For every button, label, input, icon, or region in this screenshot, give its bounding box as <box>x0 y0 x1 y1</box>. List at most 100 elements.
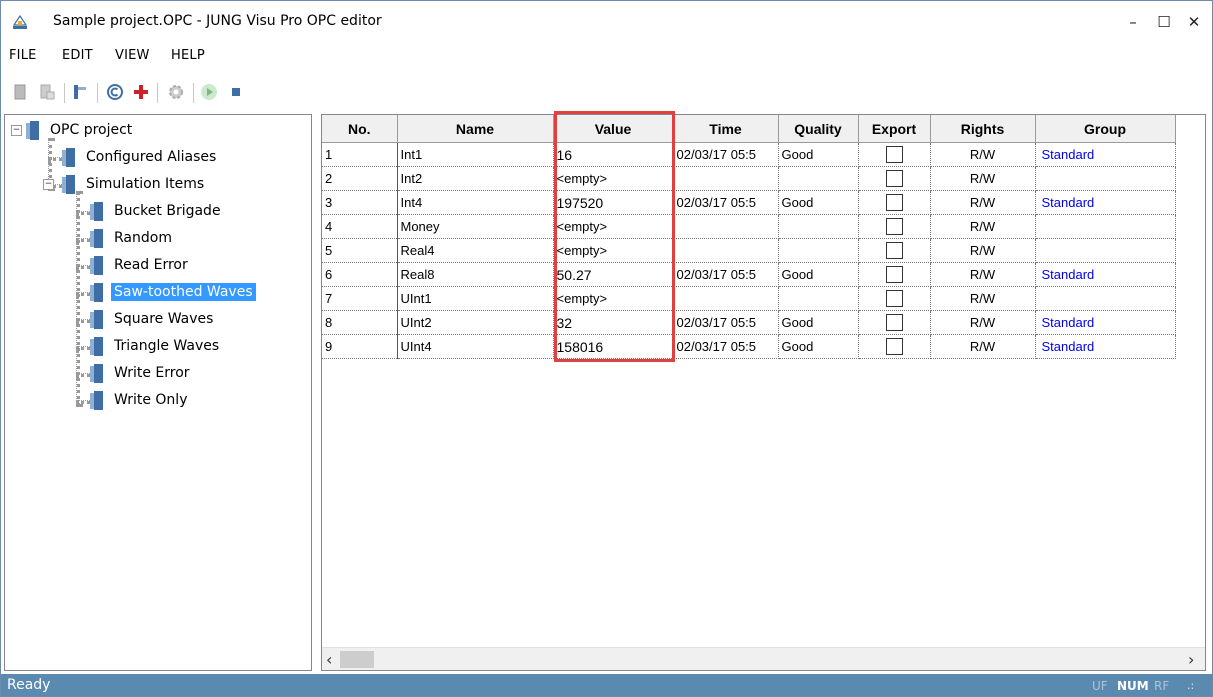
cell-group[interactable] <box>1035 214 1176 239</box>
cell-name[interactable]: Int1 <box>397 142 554 167</box>
tree-item-label: Triangle Waves <box>114 338 220 354</box>
minimize-button[interactable]: – <box>1118 9 1148 35</box>
table-row[interactable]: 7 UInt1 <empty> R/W <box>322 286 1176 311</box>
cell-no: 6 <box>322 262 398 287</box>
cell-no: 1 <box>322 142 398 167</box>
cell-group[interactable]: Standard <box>1035 190 1176 215</box>
cell-name[interactable]: Real8 <box>397 262 554 287</box>
save-icon[interactable] <box>71 83 89 101</box>
cell-no: 8 <box>322 310 398 335</box>
cell-rights: R/W <box>930 334 1036 359</box>
collapse-toggle[interactable]: − <box>43 179 54 190</box>
scroll-left-icon[interactable]: ‹ <box>326 650 332 669</box>
cell-name[interactable]: Real4 <box>397 238 554 263</box>
project-tree: − OPC project Configured Aliases − Simul… <box>4 114 312 671</box>
cell-group[interactable]: Standard <box>1035 334 1176 359</box>
cell-export <box>858 238 931 263</box>
cell-quality: Good <box>778 190 859 215</box>
column-header-time[interactable]: Time <box>673 115 779 143</box>
table-row[interactable]: 9 UInt4 158016 02/03/17 05:5 Good R/W St… <box>322 334 1176 359</box>
cell-group[interactable]: Standard <box>1035 262 1176 287</box>
column-header-group[interactable]: Group <box>1035 115 1176 143</box>
cell-name[interactable]: UInt4 <box>397 334 554 359</box>
cell-group[interactable] <box>1035 166 1176 191</box>
tree-item-square-waves[interactable]: Square Waves <box>90 307 216 331</box>
add-icon[interactable] <box>132 83 150 101</box>
close-button[interactable]: ✕ <box>1179 9 1209 35</box>
item-icon <box>90 336 103 356</box>
cell-time: 02/03/17 05:5 <box>673 190 779 215</box>
table-row[interactable]: 3 Int4 197520 02/03/17 05:5 Good R/W Sta… <box>322 190 1176 215</box>
cell-name[interactable]: UInt1 <box>397 286 554 311</box>
stop-icon[interactable] <box>227 83 245 101</box>
settings-icon[interactable] <box>167 83 185 101</box>
cell-quality <box>778 214 859 239</box>
export-checkbox[interactable] <box>885 170 903 188</box>
menu-edit[interactable]: EDIT <box>62 48 93 63</box>
cell-rights: R/W <box>930 190 1036 215</box>
export-checkbox[interactable] <box>885 242 903 260</box>
cell-name[interactable]: Money <box>397 214 554 239</box>
cell-export <box>858 166 931 191</box>
cell-export <box>858 190 931 215</box>
maximize-button[interactable]: ☐ <box>1149 9 1179 35</box>
resize-grip-icon[interactable]: .: <box>1187 679 1194 692</box>
tree-item-configured-aliases[interactable]: Configured Aliases <box>62 145 219 169</box>
export-checkbox[interactable] <box>885 194 903 212</box>
column-header-rights[interactable]: Rights <box>930 115 1036 143</box>
toolbar-separator <box>193 83 194 103</box>
cell-group[interactable]: Standard <box>1035 310 1176 335</box>
play-icon[interactable] <box>200 83 218 101</box>
toolbar-separator <box>64 83 65 103</box>
cell-no: 3 <box>322 190 398 215</box>
column-header-name[interactable]: Name <box>397 115 554 143</box>
item-icon <box>90 390 103 410</box>
column-header-export[interactable]: Export <box>858 115 931 143</box>
column-header-quality[interactable]: Quality <box>778 115 859 143</box>
tree-item-label: Write Only <box>114 392 188 408</box>
cell-name[interactable]: Int2 <box>397 166 554 191</box>
copyright-icon[interactable] <box>106 83 124 101</box>
export-checkbox[interactable] <box>885 266 903 284</box>
cell-group[interactable]: Standard <box>1035 142 1176 167</box>
export-checkbox[interactable] <box>885 218 903 236</box>
cell-name[interactable]: Int4 <box>397 190 554 215</box>
export-checkbox[interactable] <box>885 290 903 308</box>
table-row[interactable]: 2 Int2 <empty> R/W <box>322 166 1176 191</box>
app-window: Sample project.OPC - JUNG Visu Pro OPC e… <box>0 0 1213 697</box>
table-row[interactable]: 6 Real8 50.27 02/03/17 05:5 Good R/W Sta… <box>322 262 1176 287</box>
export-checkbox[interactable] <box>885 338 903 356</box>
menu-help[interactable]: HELP <box>171 48 205 63</box>
cell-no: 2 <box>322 166 398 191</box>
horizontal-scrollbar[interactable]: ‹ › <box>322 647 1205 670</box>
cell-group[interactable] <box>1035 238 1176 263</box>
value-column-highlight <box>554 111 675 362</box>
table-row[interactable]: 5 Real4 <empty> R/W <box>322 238 1176 263</box>
scroll-right-icon[interactable]: › <box>1188 650 1194 669</box>
new-icon[interactable] <box>11 83 29 101</box>
open-icon[interactable] <box>38 83 56 101</box>
table-header-row: No. Name Value Time Quality Export Right… <box>322 115 1176 143</box>
column-header-no[interactable]: No. <box>322 115 398 143</box>
collapse-toggle[interactable]: − <box>11 125 22 136</box>
tree-item-saw-toothed-waves[interactable]: Saw-toothed Waves <box>90 280 257 304</box>
cell-group[interactable] <box>1035 286 1176 311</box>
tree-item-write-error[interactable]: Write Error <box>90 361 193 385</box>
tree-item-opc-project[interactable]: OPC project <box>26 118 135 142</box>
table-row[interactable]: 8 UInt2 32 02/03/17 05:5 Good R/W Standa… <box>322 310 1176 335</box>
menu-file[interactable]: FILE <box>9 48 37 63</box>
export-checkbox[interactable] <box>885 314 903 332</box>
tree-item-simulation-items[interactable]: Simulation Items <box>62 172 207 196</box>
cell-time <box>673 238 779 263</box>
scroll-thumb[interactable] <box>340 651 374 668</box>
tree-item-bucket-brigade[interactable]: Bucket Brigade <box>90 199 224 223</box>
tree-item-write-only[interactable]: Write Only <box>90 388 190 412</box>
tree-item-triangle-waves[interactable]: Triangle Waves <box>90 334 222 358</box>
menu-view[interactable]: VIEW <box>115 48 150 63</box>
tree-item-read-error[interactable]: Read Error <box>90 253 191 277</box>
cell-name[interactable]: UInt2 <box>397 310 554 335</box>
export-checkbox[interactable] <box>885 146 903 164</box>
table-row[interactable]: 4 Money <empty> R/W <box>322 214 1176 239</box>
table-row[interactable]: 1 Int1 16 02/03/17 05:5 Good R/W Standar… <box>322 142 1176 167</box>
tree-item-random[interactable]: Random <box>90 226 175 250</box>
